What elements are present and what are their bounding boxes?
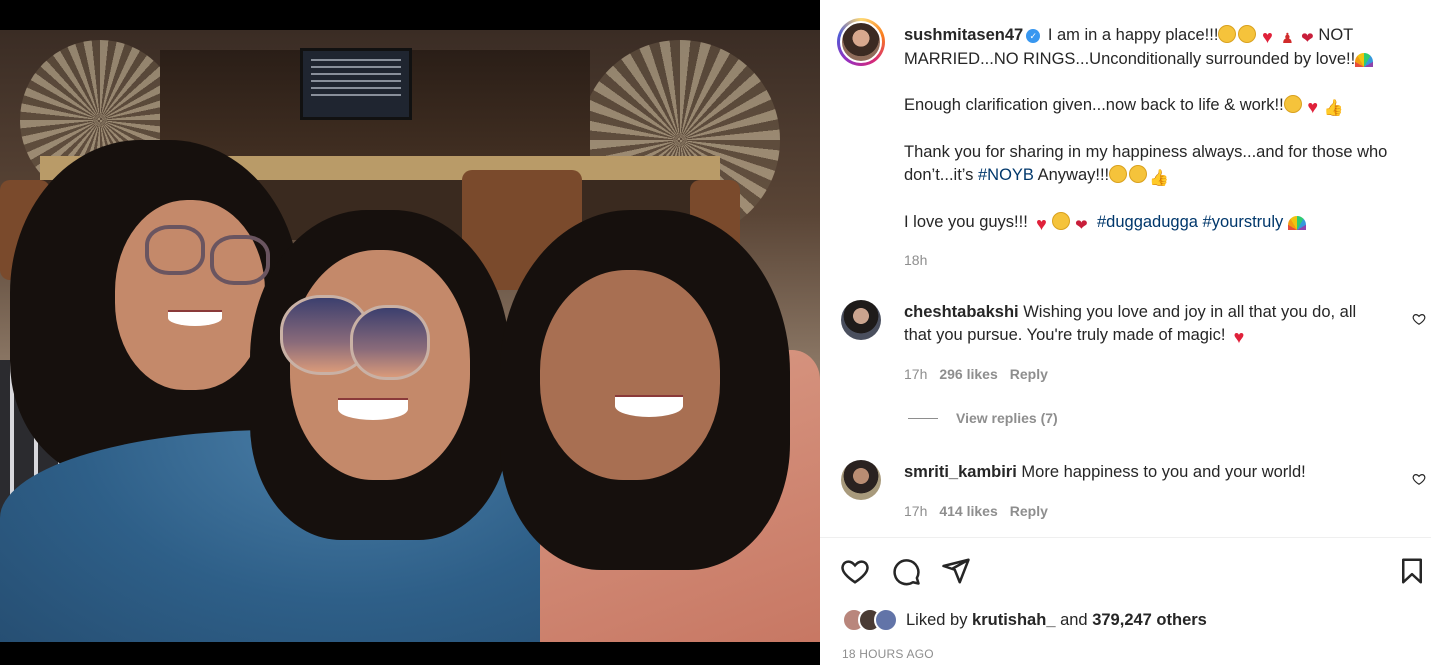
hug-emoji-icon xyxy=(1238,25,1257,43)
heart-emoji-icon: ♥ xyxy=(1233,327,1245,347)
author-avatar[interactable] xyxy=(837,18,885,66)
reply-button[interactable]: Reply xyxy=(1010,366,1048,382)
smile xyxy=(615,395,683,417)
heart-emoji-icon: ♥ xyxy=(1262,27,1273,47)
comment-text: smriti_kambiri More happiness to you and… xyxy=(904,461,1374,484)
rainbow-emoji-icon xyxy=(1355,53,1374,67)
eyeglasses xyxy=(210,235,270,285)
comment-time[interactable]: 17h xyxy=(904,366,927,382)
grin-emoji-icon xyxy=(1218,25,1237,43)
reply-button[interactable]: Reply xyxy=(1010,503,1048,519)
caption-text: Enough clarification given...now back to… xyxy=(904,96,1284,114)
smile xyxy=(338,398,408,420)
comment-time[interactable]: 17h xyxy=(904,503,927,519)
hashtag-link[interactable]: #NOYB xyxy=(978,166,1034,184)
author-username[interactable]: sushmitasen47 xyxy=(904,26,1023,44)
liker-username[interactable]: krutishah_ xyxy=(972,611,1055,629)
caption-timestamp[interactable]: 18h xyxy=(904,252,927,268)
like-heart-icon[interactable] xyxy=(840,556,870,586)
liker-avatar[interactable] xyxy=(874,608,898,632)
post-side-panel: sushmitasen47 ✓ I am in a happy place!!! ♥… xyxy=(820,0,1431,665)
comment-bubble-icon[interactable] xyxy=(891,556,921,586)
post-caption: sushmitasen47 ✓ I am in a happy place!!! ♥… xyxy=(904,24,1404,258)
like-comment-heart-icon[interactable] xyxy=(1412,312,1426,326)
liked-by-row: Liked by krutishah_ and 379,247 others xyxy=(842,605,1207,635)
commenter-username[interactable]: cheshtabakshi xyxy=(904,303,1019,321)
thumbs-up-emoji-icon: 👍 xyxy=(1323,100,1344,117)
comment-meta: 17h 296 likes Reply xyxy=(904,366,1048,382)
view-replies-label: View replies (7) xyxy=(956,410,1058,426)
commenter-avatar[interactable] xyxy=(841,300,881,340)
view-replies-button[interactable]: View replies (7) xyxy=(908,410,1058,426)
hashtag-link[interactable]: #duggadugga xyxy=(1097,213,1198,231)
comments-scroll-area[interactable]: sushmitasen47 ✓ I am in a happy place!!! ♥… xyxy=(820,0,1431,537)
caption-text: I love you guys!!! xyxy=(904,213,1033,231)
face xyxy=(540,270,720,480)
hashtag-link[interactable]: #yourstruly xyxy=(1203,213,1284,231)
wink-emoji-icon xyxy=(1109,165,1128,183)
verified-badge-icon: ✓ xyxy=(1026,29,1041,43)
commenter-avatar[interactable] xyxy=(841,460,881,500)
eyeglasses xyxy=(145,225,205,275)
grin-emoji-icon xyxy=(1129,165,1148,183)
heart-eyes-emoji-icon xyxy=(1052,212,1071,230)
caption-text: Anyway!!! xyxy=(1033,166,1110,184)
post-age[interactable]: 18 HOURS AGO xyxy=(842,647,934,661)
heart-emoji-icon: ♥ xyxy=(1307,97,1319,117)
post-photo[interactable] xyxy=(0,30,820,642)
comment-likes[interactable]: 414 likes xyxy=(939,503,997,519)
liked-by-text: Liked by krutishah_ and 379,247 others xyxy=(906,611,1207,630)
smile-emoji-icon xyxy=(1283,95,1302,113)
divider-line xyxy=(908,418,938,419)
smile xyxy=(168,310,222,326)
caption-text: I am in a happy place!!! xyxy=(1043,26,1219,44)
section-divider xyxy=(820,537,1431,538)
liked-by-prefix: Liked by xyxy=(906,610,973,629)
like-comment-heart-icon[interactable] xyxy=(1412,472,1426,486)
heart-emoji-icon: ♥ xyxy=(1036,214,1047,234)
post-media[interactable] xyxy=(0,0,820,665)
comment-body: More happiness to you and your world! xyxy=(1016,463,1306,481)
comment-text: cheshtabakshi Wishing you love and joy i… xyxy=(904,301,1374,347)
rainbow-emoji-icon xyxy=(1287,216,1306,230)
kiss-emoji-icon: ❤ xyxy=(1075,217,1088,234)
comment-meta: 17h 414 likes Reply xyxy=(904,503,1048,519)
likes-count-link[interactable]: 379,247 others xyxy=(1092,611,1207,629)
sunglasses xyxy=(350,305,430,380)
liked-by-middle: and xyxy=(1055,610,1093,629)
comment-likes[interactable]: 296 likes xyxy=(939,366,997,382)
dancer-emoji-icon: ♟ xyxy=(1281,30,1294,46)
save-bookmark-icon[interactable] xyxy=(1397,556,1427,586)
kiss-emoji-icon: ❤ xyxy=(1301,30,1314,47)
share-paper-plane-icon[interactable] xyxy=(941,556,971,586)
thumbs-up-emoji-icon: 👍 xyxy=(1149,170,1170,187)
commenter-username[interactable]: smriti_kambiri xyxy=(904,463,1017,481)
tv-screen xyxy=(300,48,412,120)
